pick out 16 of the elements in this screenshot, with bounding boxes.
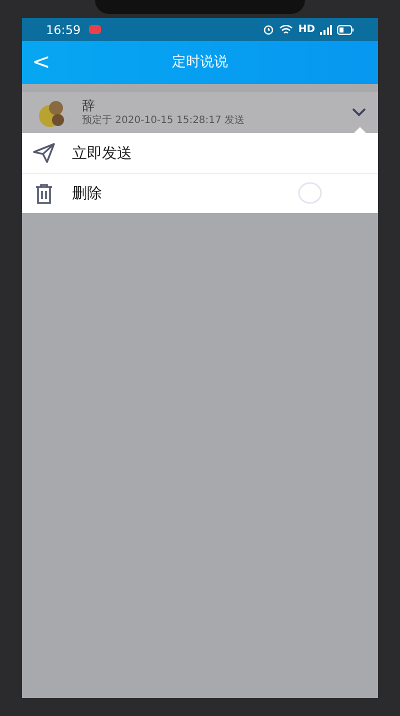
send-icon: [33, 143, 55, 163]
wifi-icon: [279, 24, 294, 34]
chevron-down-icon[interactable]: [352, 108, 366, 117]
alarm-icon: [263, 24, 274, 35]
menu-item[interactable]: 立即发送: [22, 133, 378, 173]
post-author: 辞: [82, 100, 96, 112]
status-time: 16:59: [46, 22, 81, 38]
page-title: 定时说说: [172, 53, 228, 72]
signal-icon: [320, 24, 332, 34]
network-label: HD: [298, 23, 315, 37]
menu-item[interactable]: 删除: [22, 173, 378, 213]
circle-icon: [298, 182, 322, 204]
battery-icon: [337, 24, 354, 34]
trash-icon: [35, 184, 53, 204]
notification-icon: [88, 25, 101, 34]
schedule-text: 预定于 2020-10-15 15:28:17 发送: [82, 116, 245, 126]
